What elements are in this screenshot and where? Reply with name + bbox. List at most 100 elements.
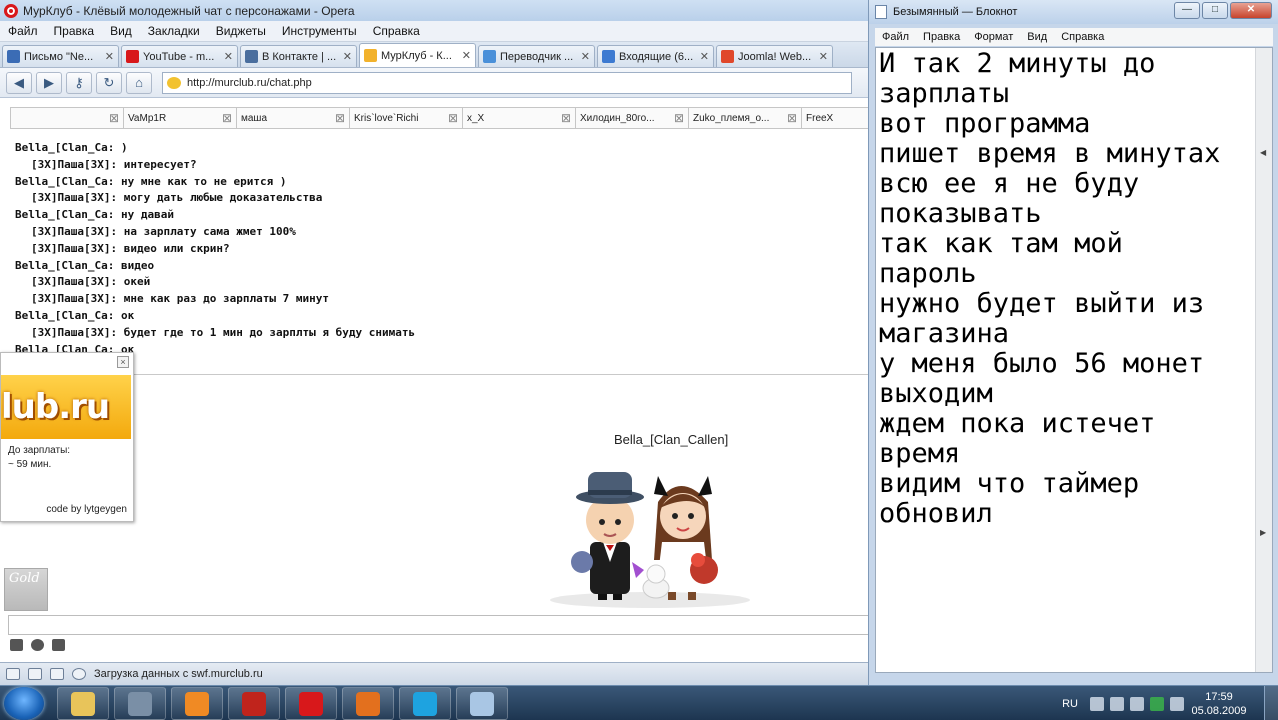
taskbar-app-button[interactable] [342, 687, 394, 720]
np-menu-file[interactable]: Файл [875, 31, 916, 43]
vertical-scrollbar[interactable]: ◀ ▶ [1255, 48, 1272, 672]
browser-tab[interactable]: Joomla! Web... ✕ [716, 45, 833, 67]
close-icon[interactable]: ⊠ [109, 111, 119, 125]
tab-close-icon[interactable]: ✕ [700, 50, 709, 63]
taskbar-app-button[interactable] [114, 687, 166, 720]
taskbar-app-button[interactable] [399, 687, 451, 720]
close-icon[interactable]: ⊠ [787, 111, 797, 125]
smiley-icon[interactable] [31, 639, 44, 651]
image-icon[interactable] [10, 639, 23, 651]
window-title: МурКлуб - Клёвый молодежный чат с персон… [23, 3, 355, 18]
taskbar-app-button[interactable] [57, 687, 109, 720]
menu-tools[interactable]: Инструменты [274, 24, 365, 38]
tray-app-icon[interactable] [1150, 696, 1164, 711]
reload-button[interactable]: ↻ [96, 71, 122, 94]
scroll-up-icon[interactable]: ◀ [1260, 148, 1266, 157]
maximize-button[interactable]: □ [1202, 2, 1228, 19]
np-menu-edit[interactable]: Правка [916, 31, 967, 43]
chat-user-tab[interactable]: FreeX⊠ [802, 108, 870, 128]
window-controls: — □ ✕ [1174, 2, 1272, 19]
menu-file[interactable]: Файл [0, 24, 46, 38]
close-icon[interactable]: ⊠ [561, 111, 571, 125]
tab-close-icon[interactable]: ✕ [224, 50, 233, 63]
language-indicator[interactable]: RU [1062, 698, 1078, 710]
taskbar-app-button[interactable] [285, 687, 337, 720]
chat-user-tab[interactable]: Kris`love`Richi ⊠ [350, 108, 463, 128]
ink-icon [128, 691, 152, 716]
tray-monitor-icon[interactable] [1170, 696, 1184, 711]
panel-toggle-icon[interactable] [6, 668, 20, 680]
taskbar-app-button[interactable] [171, 687, 223, 720]
menu-view[interactable]: Вид [102, 24, 140, 38]
menu-help[interactable]: Справка [365, 24, 428, 38]
camera-icon[interactable] [52, 639, 65, 651]
np-menu-help[interactable]: Справка [1054, 31, 1111, 43]
chat-user-name: Хилодин_80го... [580, 112, 655, 124]
browser-tab[interactable]: Переводчик ... ✕ [478, 45, 595, 67]
wand-button[interactable]: ⚷ [66, 71, 92, 94]
browser-tab[interactable]: В Контакте | ... ✕ [240, 45, 357, 67]
volume-icon[interactable] [1130, 696, 1144, 711]
taskbar-app-button[interactable] [228, 687, 280, 720]
opera-icon [4, 3, 18, 18]
widget-credit: code by lytgeygen [46, 504, 127, 515]
browser-tab-strip: Письмо "Ne... ✕ YouTube - m... ✕ В Контакте … [0, 42, 870, 68]
turbo-icon[interactable] [50, 668, 64, 680]
tab-close-icon[interactable]: ✕ [105, 50, 114, 63]
close-icon[interactable]: ⊠ [335, 111, 345, 125]
clock-date: 05.08.2009 [1191, 704, 1247, 717]
chat-user-name: x_X [467, 112, 485, 124]
opera-titlebar[interactable]: МурКлуб - Клёвый молодежный чат с персон… [0, 0, 870, 21]
chat-user-tab[interactable]: VaMp1R ⊠ [124, 108, 237, 128]
minimize-button[interactable]: — [1174, 2, 1200, 19]
home-button[interactable]: ⌂ [126, 71, 152, 94]
notepad-text-area[interactable]: И так 2 минуты до зарплаты вот программа… [875, 47, 1273, 673]
np-menu-format[interactable]: Формат [967, 31, 1020, 43]
np-menu-view[interactable]: Вид [1020, 31, 1054, 43]
chat-user-tab[interactable]: ⊠ [11, 108, 124, 128]
chat-message: Bella_[Clan_Ca: ) [15, 141, 128, 154]
chat-user-tab[interactable]: Хилодин_80го... ⊠ [576, 108, 689, 128]
tray-network-icon[interactable] [1090, 696, 1104, 711]
chat-message: [ЗХ]Паша[ЗХ]: видео или скрин? [31, 241, 230, 255]
clock[interactable]: 17:59 05.08.2009 [1190, 690, 1248, 718]
menu-widgets[interactable]: Виджеты [208, 24, 274, 38]
gold-badge[interactable]: Gold [4, 568, 48, 611]
close-icon[interactable]: ⊠ [222, 111, 232, 125]
close-icon[interactable]: ⊠ [674, 111, 684, 125]
chat-message-input[interactable] [8, 615, 870, 635]
scroll-down-icon[interactable]: ▶ [1260, 528, 1266, 537]
browser-tab-label: Joomla! Web... [738, 50, 812, 63]
close-icon[interactable]: ⊠ [448, 111, 458, 125]
browser-tab[interactable]: Входящие (6... ✕ [597, 45, 714, 67]
stop-icon[interactable] [72, 668, 86, 680]
chat-user-tab[interactable]: x_X ⊠ [463, 108, 576, 128]
address-toolbar: ◀ ▶ ⚷ ↻ ⌂ http://murclub.ru/chat.php [0, 68, 870, 98]
taskbar-app-button[interactable] [456, 687, 508, 720]
forward-button[interactable]: ▶ [36, 71, 62, 94]
tab-close-icon[interactable]: ✕ [581, 50, 590, 63]
chat-user-tab[interactable]: Zuko_племя_о... ⊠ [689, 108, 802, 128]
sync-icon[interactable] [28, 668, 42, 680]
mail-icon [7, 50, 20, 63]
tab-close-icon[interactable]: ✕ [462, 49, 471, 62]
start-button[interactable] [4, 687, 44, 720]
browser-tab[interactable]: YouTube - m... ✕ [121, 45, 238, 67]
browser-tab[interactable]: Письмо "Ne... ✕ [2, 45, 119, 67]
tray-flag-icon[interactable] [1110, 696, 1124, 711]
menu-edit[interactable]: Правка [46, 24, 103, 38]
close-button[interactable]: ✕ [1230, 2, 1272, 19]
widget-close-button[interactable]: × [117, 356, 129, 368]
address-bar[interactable]: http://murclub.ru/chat.php [162, 71, 852, 94]
salary-timer-widget[interactable]: × lub.ru До зарплаты: ~ 59 мин. code by … [0, 352, 134, 522]
firefox-icon [356, 691, 380, 716]
chat-toolbar [10, 639, 65, 651]
tab-close-icon[interactable]: ✕ [819, 50, 828, 63]
tab-close-icon[interactable]: ✕ [343, 50, 352, 63]
show-desktop-button[interactable] [1264, 686, 1278, 720]
browser-tab[interactable]: МурКлуб - К... ✕ [359, 43, 476, 67]
back-button[interactable]: ◀ [6, 71, 32, 94]
character-avatars[interactable] [540, 450, 760, 610]
chat-user-tab[interactable]: маша ⊠ [237, 108, 350, 128]
menu-bookmarks[interactable]: Закладки [140, 24, 208, 38]
